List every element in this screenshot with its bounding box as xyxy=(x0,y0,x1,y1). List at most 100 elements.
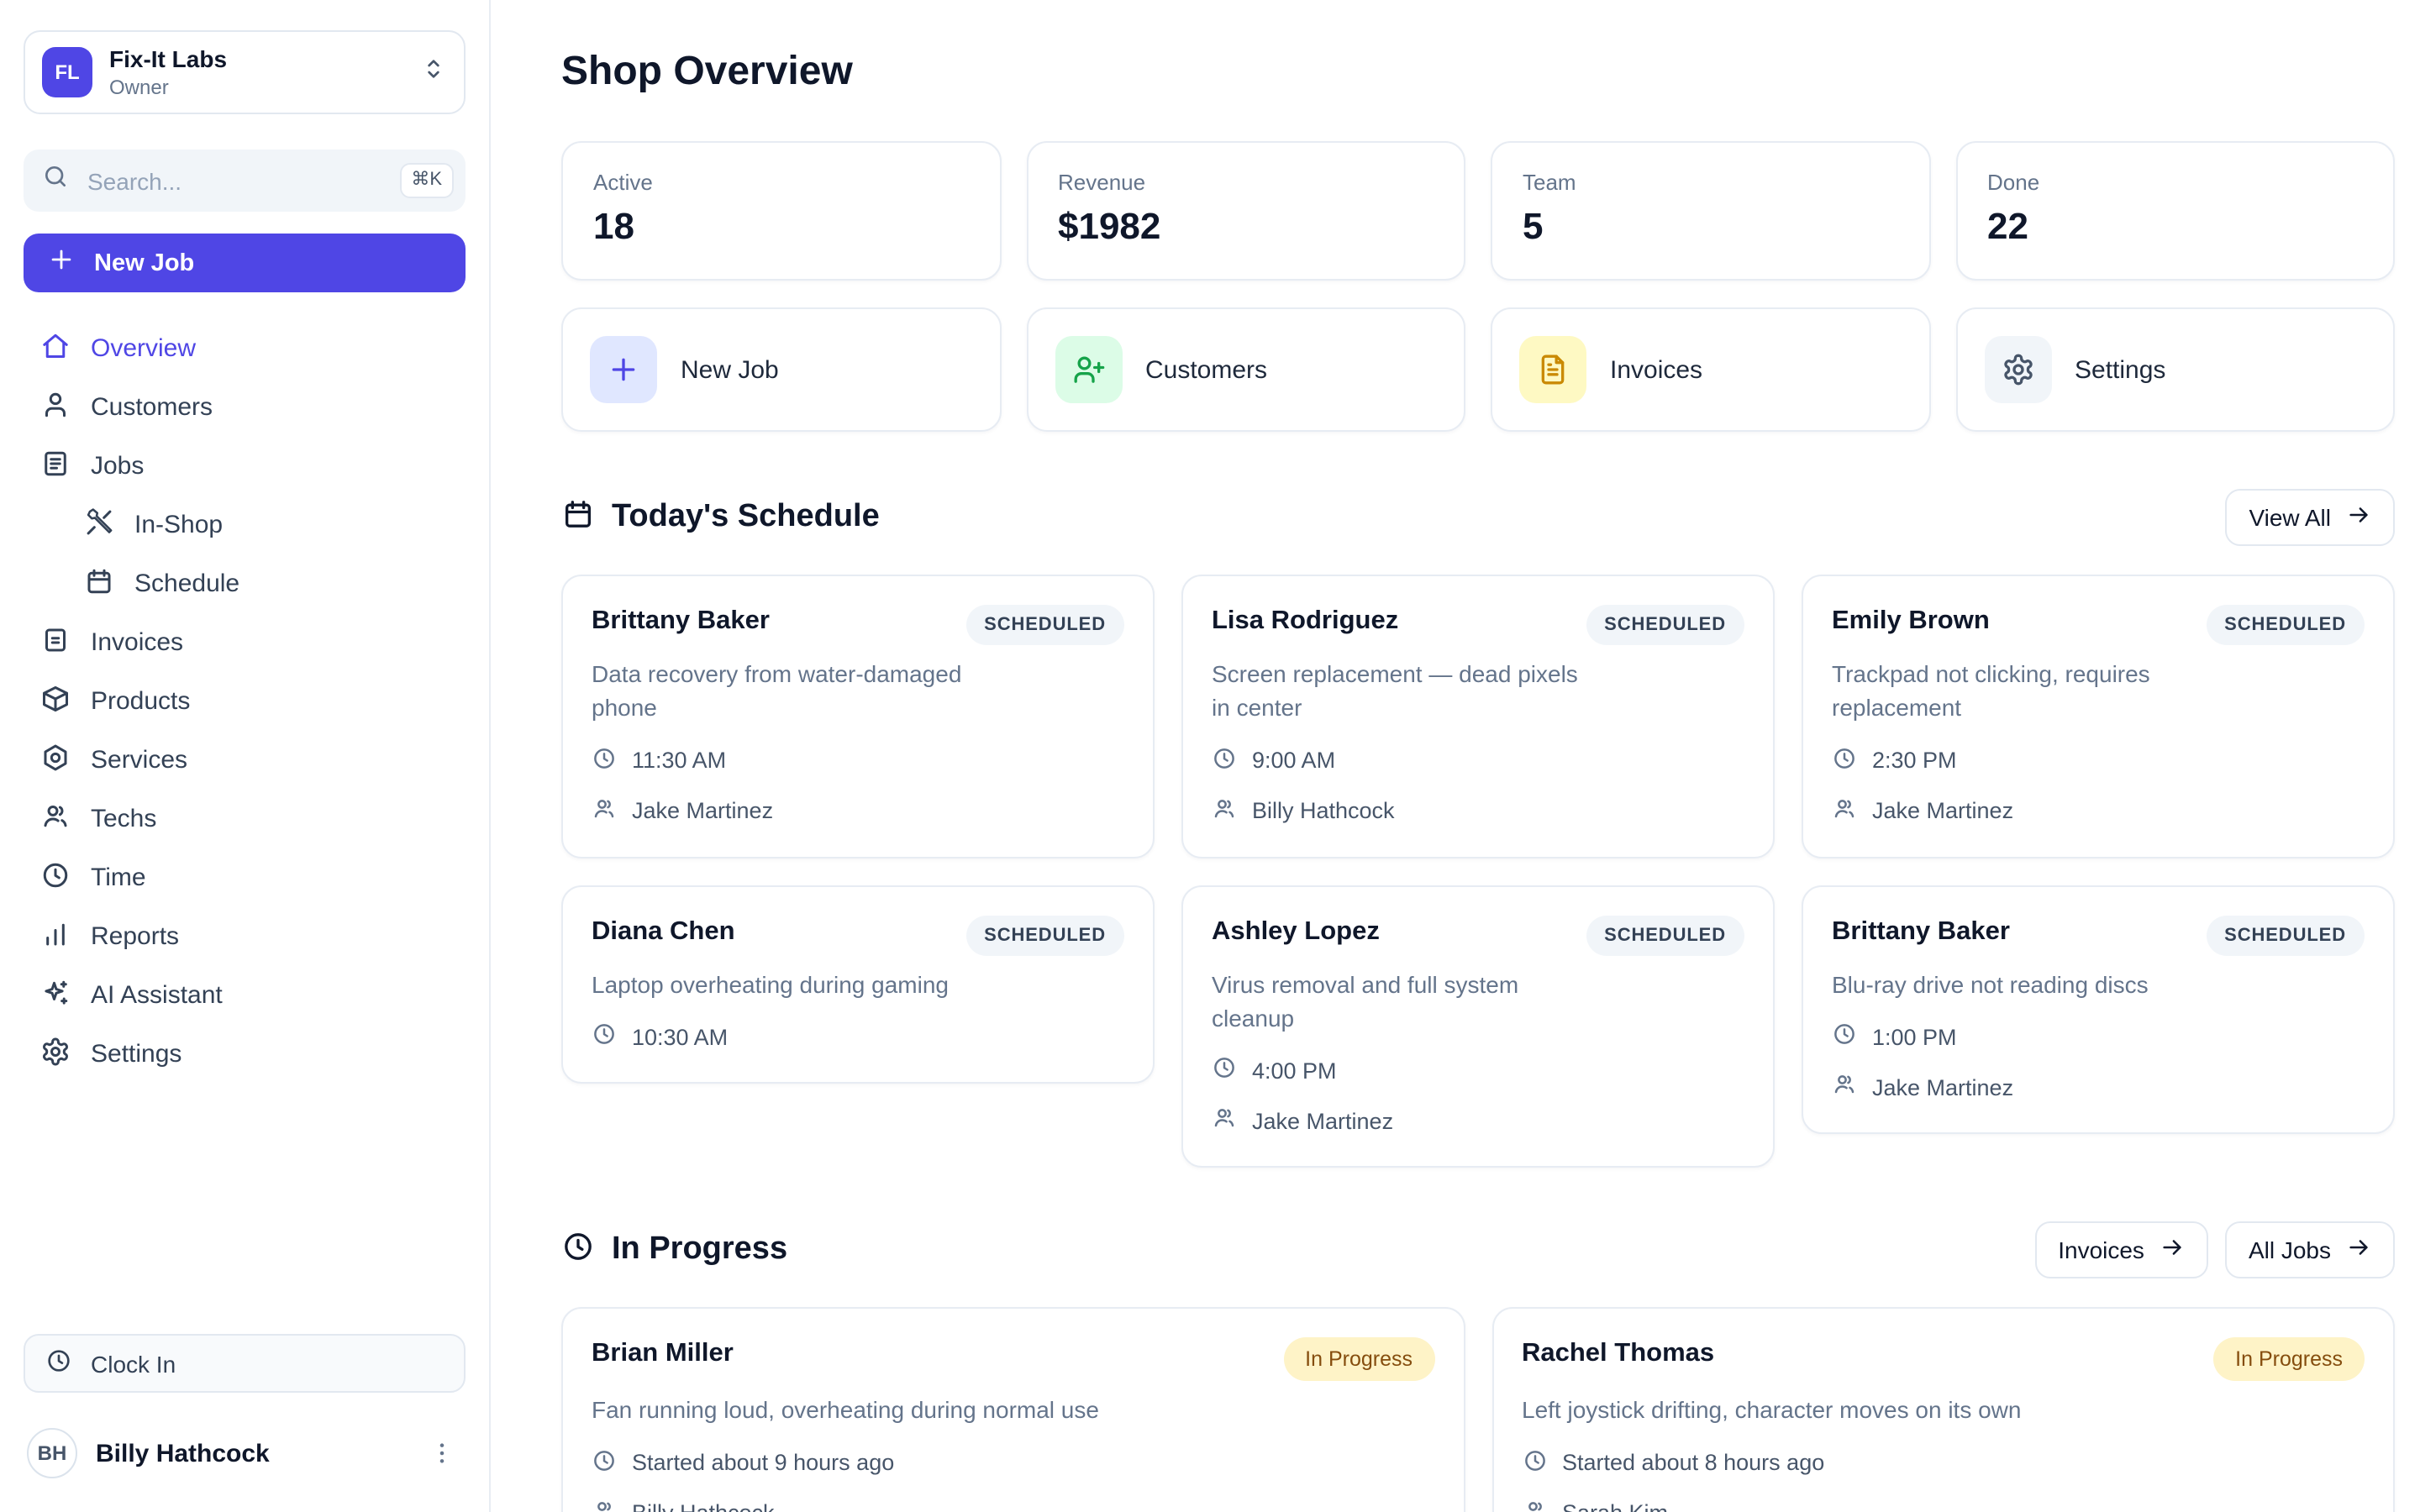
clock-icon xyxy=(592,746,617,776)
sidebar-item-ai-assistant[interactable]: AI Assistant xyxy=(24,966,466,1025)
invoice-icon xyxy=(40,624,71,661)
clock-icon xyxy=(40,859,71,896)
stat-card-done: Done 22 xyxy=(1955,141,2395,281)
tech-row: Jake Martinez xyxy=(592,796,1124,827)
tech-row: Jake Martinez xyxy=(1832,1072,2365,1102)
nut-icon xyxy=(40,742,71,779)
schedule-section-header: Today's Schedule View All xyxy=(561,489,2395,546)
started-row: Started about 8 hours ago xyxy=(1522,1447,2365,1478)
assigned-tech: Sarah Kim xyxy=(1562,1500,1668,1512)
status-badge: SCHEDULED xyxy=(2206,916,2365,956)
schedule-card[interactable]: Brittany Baker SCHEDULED Blu-ray drive n… xyxy=(1802,885,2395,1135)
schedule-card[interactable]: Ashley Lopez SCHEDULED Virus removal and… xyxy=(1181,885,1775,1168)
tech-row: Billy Hathcock xyxy=(1212,796,1744,827)
sidebar-item-invoices[interactable]: Invoices xyxy=(24,613,466,672)
customer-name: Brittany Baker xyxy=(592,605,770,638)
stat-label: Revenue xyxy=(1058,170,1434,195)
sidebar-item-schedule[interactable]: Schedule xyxy=(24,554,466,613)
quick-action-new-job[interactable]: New Job xyxy=(561,307,1001,432)
users-icon xyxy=(592,796,617,827)
schedule-card[interactable]: Diana Chen SCHEDULED Laptop overheating … xyxy=(561,885,1155,1084)
clipboard-list-icon xyxy=(40,448,71,485)
search-box[interactable]: ⌘K xyxy=(24,150,466,212)
stat-card-active: Active 18 xyxy=(561,141,1001,281)
assigned-tech: Jake Martinez xyxy=(632,799,773,824)
tech-row: Sarah Kim xyxy=(1522,1498,2365,1512)
chevrons-up-down-icon xyxy=(420,55,447,90)
users-icon xyxy=(1832,796,1857,827)
quick-actions-row: New Job Customers Invoices Settings xyxy=(561,307,2395,432)
customer-name: Ashley Lopez xyxy=(1212,916,1380,949)
in-progress-card[interactable]: Rachel Thomas In Progress Left joystick … xyxy=(1491,1308,2395,1512)
clock-icon xyxy=(1212,746,1237,776)
current-user[interactable]: BH Billy Hathcock xyxy=(24,1428,466,1478)
job-description: Trackpad not clicking, requires replacem… xyxy=(1832,657,2222,725)
calendar-icon xyxy=(84,565,114,602)
view-all-button[interactable]: View All xyxy=(2225,489,2395,546)
status-badge: In Progress xyxy=(1283,1338,1434,1382)
sidebar-item-products[interactable]: Products xyxy=(24,672,466,731)
job-description: Virus removal and full system cleanup xyxy=(1212,968,1602,1036)
wrench-screwdriver-icon xyxy=(84,507,114,543)
job-description: Blu-ray drive not reading discs xyxy=(1832,968,2222,1002)
sidebar-item-customers[interactable]: Customers xyxy=(24,378,466,437)
schedule-grid: Brittany Baker SCHEDULED Data recovery f… xyxy=(561,575,2395,1168)
tech-row: Jake Martinez xyxy=(1212,1106,1744,1137)
section-title: In Progress xyxy=(612,1232,787,1269)
stat-value: 18 xyxy=(593,207,969,247)
sidebar-item-time[interactable]: Time xyxy=(24,848,466,907)
gear-icon xyxy=(1984,336,2051,403)
quick-action-invoices[interactable]: Invoices xyxy=(1491,307,1930,432)
assigned-tech: Jake Martinez xyxy=(1872,799,2013,824)
time-row: 4:00 PM xyxy=(1212,1056,1744,1086)
quick-action-customers[interactable]: Customers xyxy=(1026,307,1465,432)
users-icon xyxy=(1832,1072,1857,1102)
quick-action-settings[interactable]: Settings xyxy=(1955,307,2395,432)
org-switcher[interactable]: FL Fix-It Labs Owner xyxy=(24,30,466,114)
sidebar-item-techs[interactable]: Techs xyxy=(24,790,466,848)
scheduled-time: 11:30 AM xyxy=(632,748,726,774)
sidebar-item-jobs[interactable]: Jobs xyxy=(24,437,466,496)
customer-name: Emily Brown xyxy=(1832,605,1990,638)
all-jobs-button[interactable]: All Jobs xyxy=(2225,1222,2395,1279)
clock-icon xyxy=(1832,746,1857,776)
in-progress-card[interactable]: Brian Miller In Progress Fan running lou… xyxy=(561,1308,1465,1512)
invoices-button[interactable]: Invoices xyxy=(2034,1222,2208,1279)
search-icon xyxy=(42,163,69,198)
sidebar-item-settings[interactable]: Settings xyxy=(24,1025,466,1084)
status-badge: SCHEDULED xyxy=(965,605,1124,645)
main-content: Shop Overview Active 18 Revenue $1982 Te… xyxy=(491,0,2420,1512)
time-row: 9:00 AM xyxy=(1212,746,1744,776)
clock-in-button[interactable]: Clock In xyxy=(24,1334,466,1393)
customer-name: Lisa Rodriguez xyxy=(1212,605,1398,638)
tech-row: Jake Martinez xyxy=(1832,796,2365,827)
calendar-icon xyxy=(561,496,595,538)
clock-icon xyxy=(592,1021,617,1052)
assigned-tech: Jake Martinez xyxy=(1872,1074,2013,1100)
in-progress-grid: Brian Miller In Progress Fan running lou… xyxy=(561,1308,2395,1512)
user-menu-button[interactable] xyxy=(422,1433,462,1473)
plus-icon xyxy=(47,245,76,281)
schedule-card[interactable]: Emily Brown SCHEDULED Trackpad not click… xyxy=(1802,575,2395,858)
sidebar-item-reports[interactable]: Reports xyxy=(24,907,466,966)
sidebar-item-in-shop[interactable]: In-Shop xyxy=(24,496,466,554)
schedule-card[interactable]: Lisa Rodriguez SCHEDULED Screen replacem… xyxy=(1181,575,1775,858)
started-time: Started about 9 hours ago xyxy=(632,1450,894,1475)
schedule-card[interactable]: Brittany Baker SCHEDULED Data recovery f… xyxy=(561,575,1155,858)
stat-label: Done xyxy=(1987,170,2363,195)
tech-row: Billy Hathcock xyxy=(592,1498,1434,1512)
sidebar-item-services[interactable]: Services xyxy=(24,731,466,790)
assigned-tech: Jake Martinez xyxy=(1252,1109,1393,1134)
home-icon xyxy=(40,330,71,367)
scheduled-time: 2:30 PM xyxy=(1872,748,1957,774)
search-input[interactable] xyxy=(84,165,384,196)
status-badge: SCHEDULED xyxy=(965,916,1124,956)
customer-name: Brittany Baker xyxy=(1832,916,2010,949)
scheduled-time: 4:00 PM xyxy=(1252,1058,1337,1084)
time-row: 2:30 PM xyxy=(1832,746,2365,776)
stat-value: 5 xyxy=(1523,207,1898,247)
new-job-button[interactable]: New Job xyxy=(24,234,466,292)
sidebar-item-overview[interactable]: Overview xyxy=(24,319,466,378)
time-row: 1:00 PM xyxy=(1832,1021,2365,1052)
status-badge: SCHEDULED xyxy=(1586,916,1744,956)
